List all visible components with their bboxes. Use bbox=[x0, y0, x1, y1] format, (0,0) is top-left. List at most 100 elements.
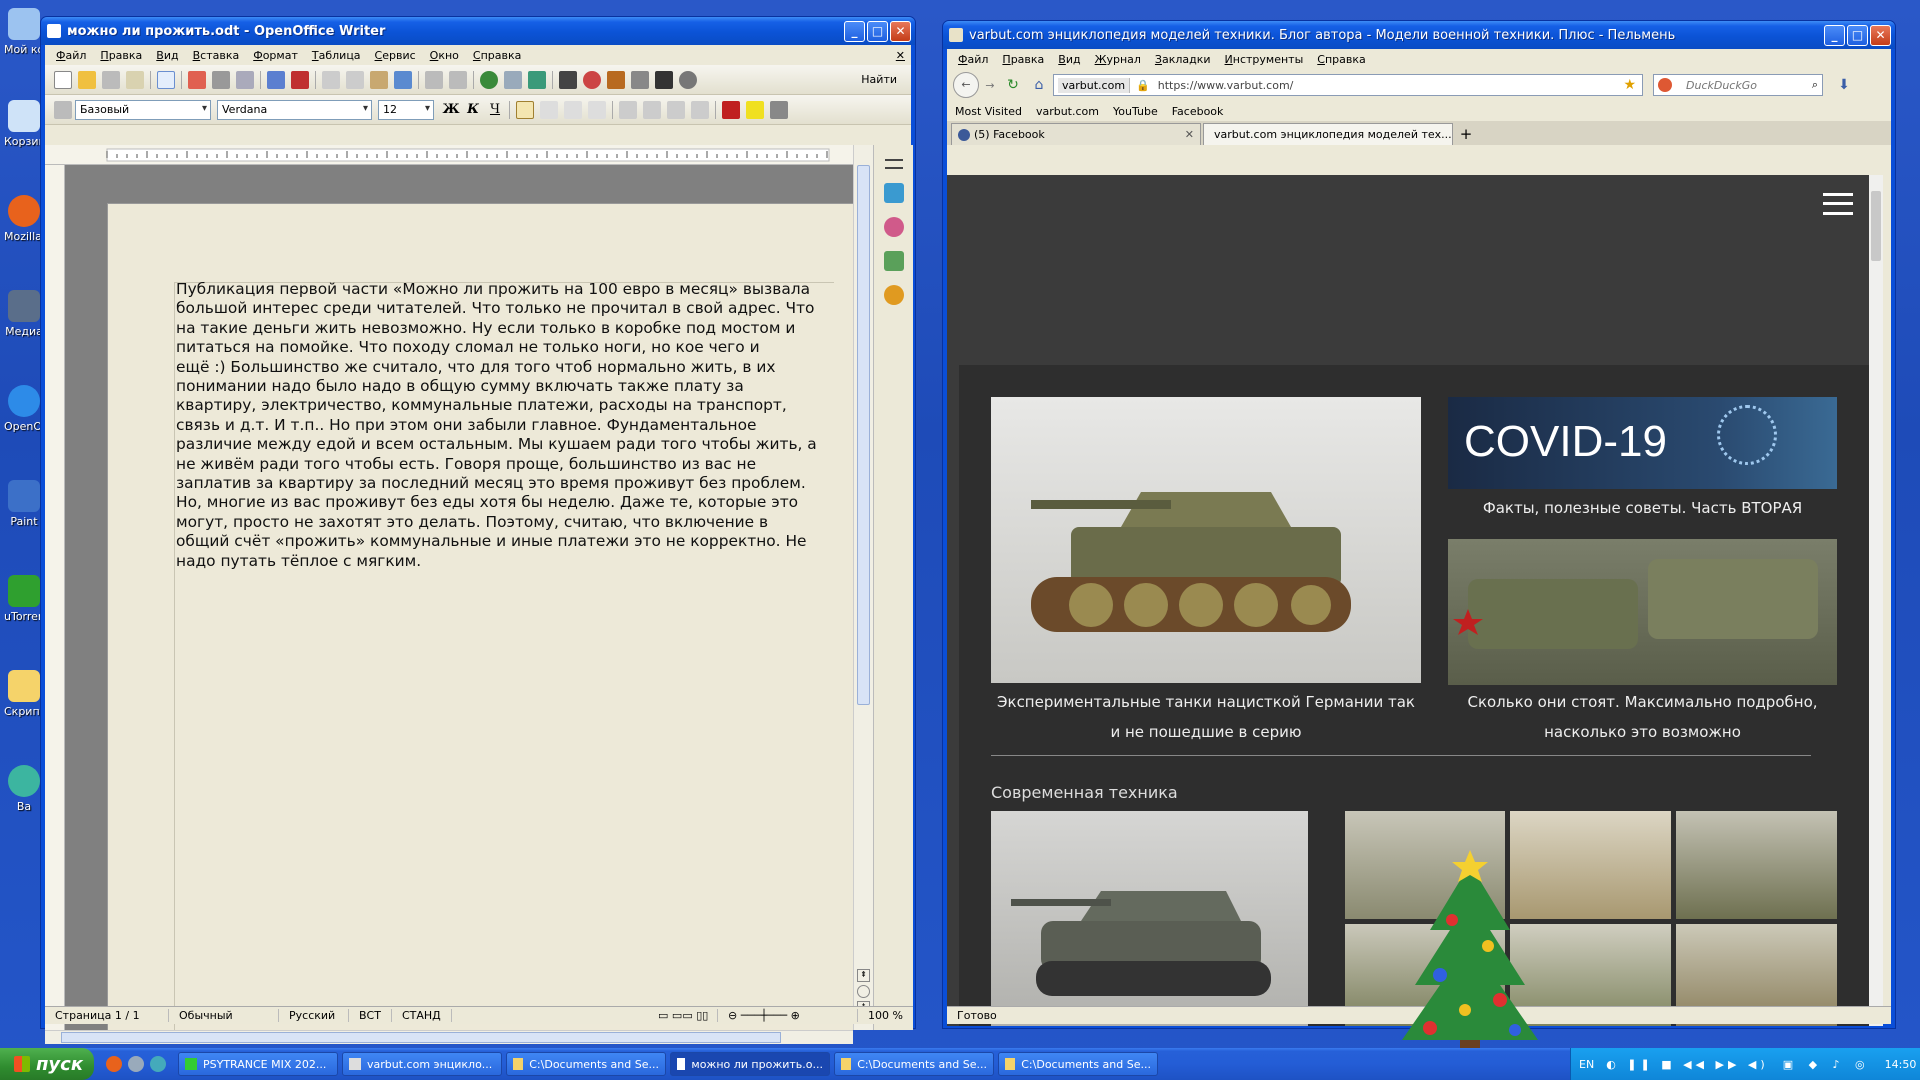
view-layout-icon[interactable]: ▭ ▭▭ ▯▯ bbox=[648, 1009, 719, 1022]
styles-icon[interactable] bbox=[54, 100, 72, 119]
vertical-ruler[interactable] bbox=[45, 165, 65, 1030]
properties-icon[interactable] bbox=[883, 183, 904, 203]
ff-menu-view[interactable]: Вид bbox=[1051, 53, 1087, 66]
navigator-panel-icon[interactable] bbox=[883, 285, 904, 305]
new-tab-button[interactable]: + bbox=[1455, 125, 1477, 145]
print-icon[interactable] bbox=[212, 70, 230, 89]
caption-price[interactable]: Сколько они стоят. Максимально подробно,… bbox=[1448, 687, 1837, 747]
ff-close-button[interactable]: ✕ bbox=[1870, 24, 1891, 46]
document-page[interactable]: Публикация первой части «Можно ли прожит… bbox=[107, 203, 873, 1030]
desktop-icon-scripts[interactable]: Скрипты bbox=[4, 670, 44, 718]
navigator-icon[interactable] bbox=[583, 70, 601, 89]
undo-icon[interactable] bbox=[425, 70, 443, 89]
task-varbut[interactable]: varbut.com энцикло... bbox=[342, 1052, 502, 1076]
search-bar[interactable]: ⌕ bbox=[1653, 74, 1823, 96]
covid-banner[interactable]: COVID-19 bbox=[1448, 397, 1837, 489]
ff-menu-tools[interactable]: Инструменты bbox=[1218, 53, 1311, 66]
scroll-thumb[interactable] bbox=[857, 165, 870, 705]
numbering-icon[interactable] bbox=[619, 100, 637, 119]
zoom-level[interactable]: 100 % bbox=[858, 1009, 913, 1022]
menu-help[interactable]: Справка bbox=[466, 49, 528, 62]
page-scroll-thumb[interactable] bbox=[1871, 191, 1881, 261]
desktop-icon-my-computer[interactable]: Мой компьютер bbox=[4, 8, 44, 56]
copy-icon[interactable] bbox=[346, 70, 364, 89]
menu-table[interactable]: Таблица bbox=[305, 49, 368, 62]
find-replace-icon[interactable] bbox=[559, 70, 577, 89]
navigation-icon[interactable] bbox=[857, 985, 870, 998]
maximize-button[interactable]: □ bbox=[867, 20, 888, 42]
downloads-icon[interactable]: ⬇ bbox=[1831, 77, 1857, 93]
url-text[interactable]: https://www.varbut.com/ bbox=[1158, 79, 1624, 92]
page-style[interactable]: Обычный bbox=[169, 1009, 279, 1022]
grid-image-3[interactable] bbox=[1676, 811, 1837, 919]
h-scroll-thumb[interactable] bbox=[61, 1032, 781, 1043]
forward-icon[interactable]: → bbox=[979, 79, 1001, 92]
align-right-icon[interactable] bbox=[564, 100, 582, 119]
zoom-slider[interactable]: ⊖ ───┼─── ⊕ bbox=[718, 1009, 859, 1022]
font-color-icon[interactable] bbox=[722, 100, 740, 119]
home-icon[interactable]: ⌂ bbox=[1025, 77, 1053, 93]
menu-view[interactable]: Вид bbox=[149, 49, 185, 62]
close-button[interactable]: ✕ bbox=[890, 20, 911, 42]
justify-icon[interactable] bbox=[588, 100, 606, 119]
task-folder-3[interactable]: C:\Documents and Se... bbox=[998, 1052, 1158, 1076]
align-center-icon[interactable] bbox=[540, 100, 558, 119]
desktop-icon-openoffice[interactable]: OpenOffice 4 bbox=[4, 385, 44, 433]
clock[interactable]: 14:50 bbox=[1885, 1058, 1917, 1071]
find-label[interactable]: Найти bbox=[861, 73, 897, 86]
ff-maximize-button[interactable]: □ bbox=[1847, 24, 1868, 46]
search-input[interactable] bbox=[1686, 78, 1796, 92]
decrease-indent-icon[interactable] bbox=[667, 100, 685, 119]
desktop-icon-ba[interactable]: Ba bbox=[4, 765, 44, 813]
reload-icon[interactable]: ↻ bbox=[1001, 77, 1025, 93]
align-left-icon[interactable] bbox=[516, 100, 534, 119]
menu-file[interactable]: Файл bbox=[49, 49, 93, 62]
desktop-icon-media[interactable]: Медиа bbox=[4, 290, 44, 338]
gallery-panel-icon[interactable] bbox=[883, 251, 904, 271]
url-bar[interactable]: varbut.com 🔒 https://www.varbut.com/ ★ bbox=[1053, 74, 1643, 96]
cut-icon[interactable] bbox=[322, 70, 340, 89]
document-body[interactable]: Публикация первой части «Можно ли прожит… bbox=[176, 280, 866, 571]
caption-covid[interactable]: Факты, полезные советы. Часть ВТОРАЯ bbox=[1448, 493, 1837, 523]
writer-window[interactable]: можно ли прожить.odt - OpenOffice Writer… bbox=[40, 16, 916, 1044]
language-indicator[interactable]: EN bbox=[1579, 1058, 1594, 1071]
bullets-icon[interactable] bbox=[643, 100, 661, 119]
menu-insert[interactable]: Вставка bbox=[186, 49, 247, 62]
ff-menu-file[interactable]: Файл bbox=[951, 53, 995, 66]
redo-icon[interactable] bbox=[449, 70, 467, 89]
site-menu-icon[interactable] bbox=[1823, 193, 1853, 215]
bookmark-youtube[interactable]: YouTube bbox=[1113, 105, 1158, 118]
datasource-icon[interactable] bbox=[631, 70, 649, 89]
spellcheck-icon[interactable] bbox=[267, 70, 285, 89]
tab-close-icon[interactable]: ✕ bbox=[1185, 128, 1194, 141]
writer-horizontal-scrollbar[interactable] bbox=[45, 1030, 853, 1044]
featured-tank-image[interactable] bbox=[991, 397, 1421, 683]
new-icon[interactable] bbox=[54, 70, 72, 89]
tab-facebook[interactable]: (5) Facebook ✕ bbox=[951, 123, 1201, 145]
search-icon[interactable]: ⌕ bbox=[1812, 78, 1818, 92]
font-size-select[interactable]: 12 bbox=[378, 99, 434, 120]
task-psytrance[interactable]: PSYTRANCE MIX 202... bbox=[178, 1052, 338, 1076]
task-writer[interactable]: можно ли прожить.о... bbox=[670, 1052, 830, 1076]
back-icon[interactable]: ← bbox=[953, 72, 979, 98]
page-up-icon[interactable]: ⇞ bbox=[857, 969, 870, 982]
merkava-image[interactable] bbox=[991, 811, 1308, 1026]
desktop-icon-recycle[interactable]: Корзина bbox=[4, 100, 44, 148]
menu-window[interactable]: Окно bbox=[423, 49, 466, 62]
caption-tank[interactable]: Экспериментальные танки нацисткой Герман… bbox=[991, 687, 1421, 747]
language[interactable]: Русский bbox=[279, 1009, 349, 1022]
ql-firefox-icon[interactable] bbox=[106, 1056, 122, 1072]
media-controls[interactable]: ◐ ❚❚ ■ ◀◀ ▶▶ ◀) bbox=[1606, 1058, 1769, 1071]
bookmark-star-icon[interactable]: ★ bbox=[1623, 77, 1636, 93]
selection-mode[interactable]: СТАНД bbox=[392, 1009, 452, 1022]
horizontal-ruler[interactable] bbox=[45, 145, 895, 165]
task-folder-2[interactable]: C:\Documents and Se... bbox=[834, 1052, 994, 1076]
desktop-icon-firefox[interactable]: Mozilla Firefox bbox=[4, 195, 44, 243]
pdf-icon[interactable] bbox=[188, 70, 206, 89]
section-modern-title[interactable]: Современная техника bbox=[991, 783, 1178, 802]
ff-menu-help[interactable]: Справка bbox=[1310, 53, 1372, 66]
edit-mode-icon[interactable] bbox=[157, 70, 175, 89]
save-icon[interactable] bbox=[102, 70, 120, 89]
bold-button[interactable]: Ж bbox=[440, 100, 462, 120]
writer-vertical-scrollbar[interactable]: ⇞ ⇟ bbox=[853, 145, 873, 1030]
